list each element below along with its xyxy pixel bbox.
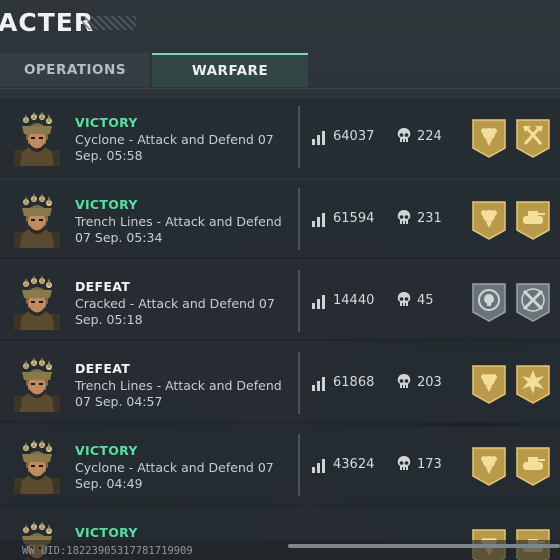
match-result: VICTORY: [75, 197, 138, 212]
match-result: DEFEAT: [75, 361, 131, 376]
tab-operations[interactable]: OPERATIONS: [0, 53, 150, 87]
title-decoration: [82, 16, 136, 30]
match-mode-and-time: Trench Lines - Attack and Defend 07 Sep.…: [75, 378, 297, 410]
operator-avatar: [12, 356, 62, 412]
match-mode: Cracked - Attack and Defend: [75, 296, 255, 311]
match-mode: Cyclone - Attack and Defend: [75, 132, 254, 147]
axes-medal-icon[interactable]: [515, 118, 551, 158]
match-kills: 231: [417, 211, 442, 226]
match-mode-and-time: Cyclone - Attack and Defend 07 Sep. 05:5…: [75, 132, 297, 164]
match-mode: Trench Lines - Attack and Defend: [75, 378, 282, 393]
row-divider: [298, 352, 300, 414]
match-row[interactable]: VICTORY Cyclone - Attack and Defend 07 Se…: [0, 99, 560, 177]
rose-medal-icon[interactable]: [471, 364, 507, 404]
match-mode-and-time: Trench Lines - Attack and Defend 07 Sep.…: [75, 214, 297, 246]
match-mode: Trench Lines - Attack and Defend: [75, 214, 282, 229]
row-divider: [298, 434, 300, 496]
tank-medal-icon[interactable]: [515, 200, 551, 240]
match-row[interactable]: VICTORY Trench Lines - Attack and Defend …: [0, 181, 560, 259]
match-kills: 224: [417, 129, 442, 144]
operator-avatar: [12, 274, 62, 330]
skull-icon: [397, 210, 411, 226]
skull-target-medal-icon[interactable]: [471, 282, 507, 322]
match-row[interactable]: VICTORY Cyclone - Attack and Defend 07 Se…: [0, 427, 560, 505]
skull-icon: [397, 456, 411, 472]
match-result: DEFEAT: [75, 279, 131, 294]
page-title: ACTER: [0, 8, 95, 37]
score-bars-icon: [312, 458, 326, 473]
match-result: VICTORY: [75, 443, 138, 458]
match-row[interactable]: DEFEAT Cracked - Attack and Defend 07 Sep…: [0, 263, 560, 341]
tank-medal-icon[interactable]: [515, 446, 551, 486]
rose-medal-icon[interactable]: [471, 446, 507, 486]
match-score: 61868: [333, 375, 375, 390]
page-header: ACTER: [0, 0, 560, 52]
explosion-medal-icon[interactable]: [515, 364, 551, 404]
row-divider: [298, 270, 300, 332]
match-row[interactable]: DEFEAT Trench Lines - Attack and Defend 0…: [0, 345, 560, 423]
match-score: 43624: [333, 457, 375, 472]
match-kills: 173: [417, 457, 442, 472]
match-mode-and-time: Cracked - Attack and Defend 07 Sep. 05:1…: [75, 296, 297, 328]
match-time: 07 Sep. 04:57: [75, 394, 163, 409]
row-divider: [298, 188, 300, 250]
match-result: VICTORY: [75, 115, 138, 130]
rose-medal-icon[interactable]: [471, 118, 507, 158]
score-bars-icon: [312, 130, 326, 145]
horizontal-scrollbar[interactable]: [288, 544, 560, 548]
match-mode: Cyclone - Attack and Defend: [75, 460, 254, 475]
match-time: 07 Sep. 05:34: [75, 230, 163, 245]
match-mode-and-time: Cyclone - Attack and Defend 07 Sep. 04:4…: [75, 460, 297, 492]
score-bars-icon: [312, 212, 326, 227]
operator-avatar: [12, 110, 62, 166]
operator-avatar: [12, 192, 62, 248]
match-score: 64037: [333, 129, 375, 144]
crossed-tools-medal-icon[interactable]: [515, 282, 551, 322]
operator-avatar: [12, 438, 62, 494]
rose-medal-icon[interactable]: [471, 200, 507, 240]
skull-icon: [397, 374, 411, 390]
match-score: 14440: [333, 293, 375, 308]
player-uid: WW UID:1822390531778171990​9: [22, 545, 193, 557]
score-bars-icon: [312, 376, 326, 391]
skull-icon: [397, 292, 411, 308]
tab-bar: OPERATIONS WARFARE: [0, 53, 560, 89]
match-result: VICTORY: [75, 525, 138, 540]
match-score: 61594: [333, 211, 375, 226]
tab-warfare[interactable]: WARFARE: [152, 53, 308, 87]
row-divider: [298, 106, 300, 168]
match-kills: 203: [417, 375, 442, 390]
score-bars-icon: [312, 294, 326, 309]
skull-icon: [397, 128, 411, 144]
match-kills: 45: [417, 293, 434, 308]
